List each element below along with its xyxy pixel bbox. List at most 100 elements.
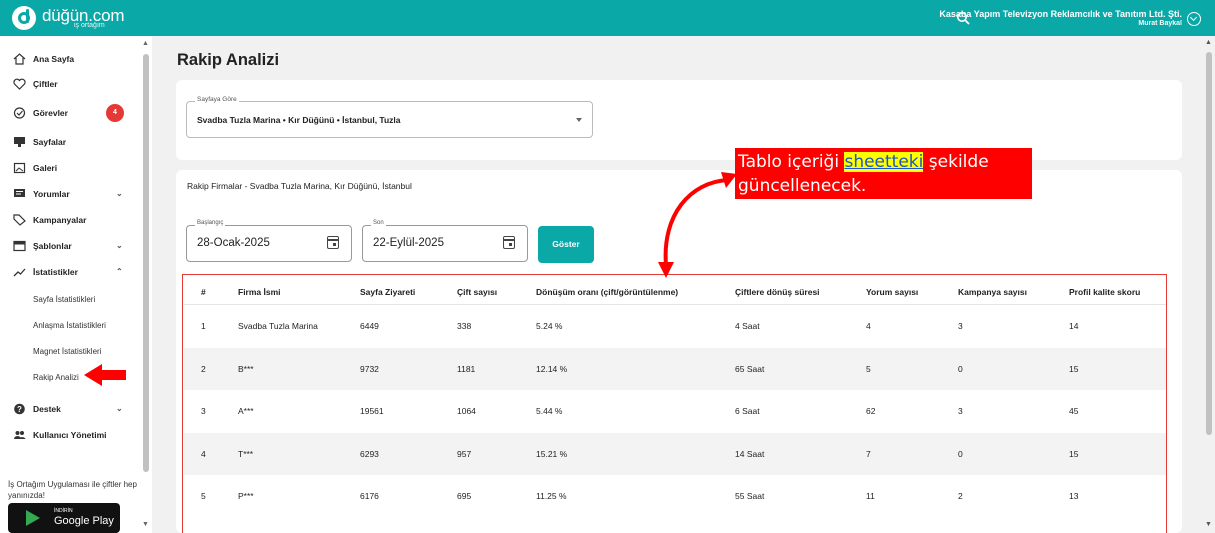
main-scrollbar[interactable]: ▲ ▼	[1203, 36, 1215, 533]
table-cell: 0	[958, 363, 963, 374]
help-icon: ?	[14, 403, 25, 415]
scroll-up-icon[interactable]: ▲	[1205, 39, 1212, 46]
scroll-down-icon[interactable]: ▼	[1205, 521, 1212, 528]
table-cell: 9732	[360, 363, 379, 374]
table-cell: 7	[866, 448, 871, 459]
sidebar-item-label: Kampanyalar	[33, 215, 87, 225]
gallery-icon	[13, 162, 26, 174]
table-row	[184, 390, 1166, 432]
table-header-visits: Sayfa Ziyareti	[360, 287, 416, 297]
page-select-label: Sayfaya Göre	[195, 96, 239, 103]
calendar-icon[interactable]	[327, 236, 339, 249]
table-cell: 14	[1069, 321, 1079, 331]
table-cell: 1181	[457, 363, 476, 374]
table-cell: 2	[201, 363, 206, 374]
sidebar-item-label: Çiftler	[33, 79, 58, 89]
sidebar-item-sablonlar[interactable]: Şablonlar ⌄	[0, 234, 140, 258]
red-arrow-annotation-icon	[84, 364, 126, 386]
annotation-link[interactable]: sheetteki	[844, 152, 924, 172]
table-cell: 338	[457, 321, 472, 331]
google-play-button[interactable]: İNDİRİN Google Play	[8, 503, 120, 533]
sidebar: Ana Sayfa Çiftler Görevler 4 Sayfalar Ga…	[0, 36, 152, 533]
table-cell: 4	[201, 448, 206, 459]
sidebar-scroll-thumb[interactable]	[143, 54, 149, 472]
table-cell: 5	[201, 491, 206, 501]
google-play-icon	[26, 510, 40, 526]
tasks-count-badge: 4	[106, 104, 124, 122]
logo-icon[interactable]	[12, 6, 36, 30]
table-cell: 15.21 %	[536, 448, 568, 459]
table-row	[184, 432, 1166, 475]
tag-icon	[13, 214, 26, 226]
main-scroll-thumb[interactable]	[1206, 52, 1212, 435]
table-cell: 1	[201, 321, 206, 331]
sidebar-item-label: Kullanıcı Yönetimi	[33, 430, 107, 440]
table-cell: 6293	[360, 448, 379, 459]
table-row	[184, 475, 1166, 517]
table-header-index: #	[201, 287, 206, 297]
sidebar-item-ciftler[interactable]: Çiftler	[0, 72, 140, 96]
chevron-down-icon: ⌄	[116, 404, 123, 413]
end-date-label: Son	[371, 220, 386, 226]
brand-subtitle: iş ortağım	[74, 22, 105, 29]
sidebar-subitem-sayfa-istatistikleri[interactable]: Sayfa İstatistikleri	[33, 295, 95, 304]
end-date-value: 22-Eylül-2025	[373, 237, 444, 249]
table-cell: 4 Saat	[735, 321, 760, 331]
sidebar-item-sayfalar[interactable]: Sayfalar	[0, 130, 140, 154]
start-date-value: 28-Ocak-2025	[197, 237, 270, 249]
sidebar-item-label: Destek	[33, 404, 61, 414]
company-name: Kasaba Yapım Televizyon Reklamcılık ve T…	[939, 9, 1182, 19]
sidebar-item-istatistikler[interactable]: İstatistikler ⌃	[0, 260, 140, 284]
table-cell: 0	[958, 448, 963, 459]
table-cell: 45	[1069, 406, 1079, 416]
table-cell: B***	[238, 363, 254, 374]
end-date-field[interactable]: Son 22-Eylül-2025	[362, 220, 528, 262]
sidebar-subitem-rakip-analizi[interactable]: Rakip Analizi	[33, 373, 79, 382]
users-icon	[14, 431, 26, 439]
sidebar-item-gorevler[interactable]: Görevler 4	[0, 101, 140, 125]
table-cell: P***	[238, 491, 254, 501]
sidebar-item-label: Galeri	[33, 163, 58, 173]
sidebar-item-label: Ana Sayfa	[33, 54, 75, 64]
chevron-down-icon: ⌄	[116, 241, 123, 250]
show-button[interactable]: Göster	[538, 226, 594, 263]
sidebar-item-kullanici-yonetimi[interactable]: Kullanıcı Yönetimi	[0, 423, 140, 447]
table-row	[184, 347, 1166, 390]
calendar-icon[interactable]	[503, 236, 515, 249]
sidebar-item-galeri[interactable]: Galeri	[0, 156, 140, 180]
table-header-response-time: Çiftlere dönüş süresi	[735, 287, 820, 297]
table-cell: 15	[1069, 363, 1079, 374]
user-name: Murat Baykal	[1138, 20, 1182, 27]
table-cell: 11.25 %	[536, 491, 567, 501]
sidebar-item-label: Görevler	[33, 108, 68, 118]
start-date-field[interactable]: Başlangıç 28-Ocak-2025	[186, 220, 352, 262]
sidebar-scrollbar[interactable]: ▲ ▼	[141, 36, 151, 533]
table-cell: 15	[1069, 448, 1079, 459]
sidebar-subitem-anlasma-istatistikleri[interactable]: Anlaşma İstatistikleri	[33, 321, 106, 330]
sidebar-subitem-magnet-istatistikleri[interactable]: Magnet İstatistikleri	[33, 347, 101, 356]
google-play-small-text: İNDİRİN	[54, 508, 73, 514]
scroll-up-icon[interactable]: ▲	[142, 40, 149, 47]
table-cell: 5.44 %	[536, 406, 563, 416]
sidebar-item-kampanyalar[interactable]: Kampanyalar	[0, 208, 140, 232]
top-bar: düğün.com iş ortağım Kasaba Yapım Televi…	[0, 0, 1215, 36]
table-cell: 6449	[360, 321, 379, 331]
chevron-down-icon: ⌄	[116, 189, 123, 198]
template-icon	[13, 240, 26, 252]
account-menu-icon[interactable]	[1187, 12, 1201, 26]
annotation-text-before: Tablo içeriği	[738, 152, 845, 172]
page-title: Rakip Analizi	[177, 51, 280, 69]
table-cell: 695	[457, 491, 472, 501]
table-cell: 55 Saat	[735, 491, 765, 501]
scroll-down-icon[interactable]: ▼	[142, 521, 149, 528]
check-circle-icon	[13, 107, 26, 119]
sidebar-item-ana-sayfa[interactable]: Ana Sayfa	[0, 47, 140, 71]
table-header-firm: Firma İsmi	[238, 287, 281, 297]
svg-text:?: ?	[17, 405, 22, 414]
table-cell: T***	[238, 448, 254, 459]
sidebar-item-destek[interactable]: ? Destek ⌄	[0, 397, 140, 421]
sidebar-item-yorumlar[interactable]: Yorumlar ⌄	[0, 182, 140, 206]
page-select[interactable]: Sayfaya Göre Svadba Tuzla Marina • Kır D…	[186, 96, 593, 138]
sidebar-item-label: Şablonlar	[33, 241, 72, 251]
trending-icon	[13, 268, 26, 277]
